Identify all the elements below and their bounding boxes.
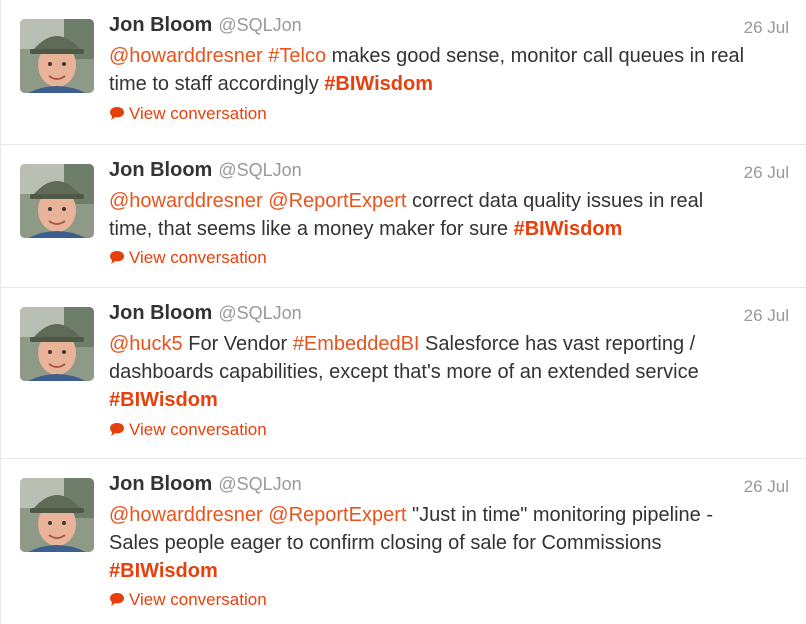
- avatar[interactable]: [20, 478, 94, 552]
- user-handle[interactable]: @SQLJon: [218, 303, 301, 323]
- user-fullname[interactable]: Jon Bloom: [109, 473, 212, 495]
- view-conversation-label: View conversation: [129, 248, 267, 267]
- tweet-text: @howarddresner #Telco makes good sense, …: [109, 42, 749, 98]
- mention-link[interactable]: @howarddresner: [109, 190, 263, 212]
- view-conversation-label: View conversation: [129, 590, 267, 609]
- mention-link[interactable]: @ReportExpert: [268, 190, 406, 212]
- speech-bubble-icon: [109, 250, 125, 270]
- tweet[interactable]: Jon Bloom @SQLJon 26 Jul @howarddresner #…: [0, 0, 806, 145]
- tweet-header: Jon Bloom @SQLJon: [109, 159, 302, 187]
- user-fullname[interactable]: Jon Bloom: [109, 159, 212, 181]
- tweet-timestamp[interactable]: 26 Jul: [744, 477, 789, 497]
- hashtag-link[interactable]: #EmbeddedBI: [293, 333, 420, 355]
- mention-link[interactable]: @howarddresner: [109, 45, 263, 67]
- tweet-text-segment: For Vendor: [182, 333, 293, 355]
- user-handle[interactable]: @SQLJon: [218, 474, 301, 494]
- view-conversation-label: View conversation: [129, 420, 267, 439]
- view-conversation-link[interactable]: View conversation: [109, 104, 267, 126]
- mention-link[interactable]: @howarddresner: [109, 504, 263, 526]
- mention-link[interactable]: @ReportExpert: [268, 504, 406, 526]
- hashtag-link[interactable]: #Telco: [268, 45, 326, 67]
- view-conversation-link[interactable]: View conversation: [109, 248, 267, 270]
- hashtag-link[interactable]: #BIWisdom: [109, 560, 218, 582]
- hashtag-link[interactable]: #BIWisdom: [324, 73, 433, 95]
- speech-bubble-icon: [109, 422, 125, 442]
- hashtag-link[interactable]: #BIWisdom: [109, 389, 218, 411]
- tweet-header: Jon Bloom @SQLJon: [109, 302, 302, 330]
- tweet-header: Jon Bloom @SQLJon: [109, 14, 302, 42]
- tweet-text: @howarddresner @ReportExpert "Just in ti…: [109, 501, 749, 585]
- user-fullname[interactable]: Jon Bloom: [109, 14, 212, 36]
- user-handle[interactable]: @SQLJon: [218, 15, 301, 35]
- avatar[interactable]: [20, 19, 94, 93]
- speech-bubble-icon: [109, 592, 125, 612]
- tweet-text: @huck5 For Vendor #EmbeddedBI Salesforce…: [109, 330, 749, 414]
- view-conversation-link[interactable]: View conversation: [109, 420, 267, 442]
- tweet[interactable]: Jon Bloom @SQLJon 26 Jul @howarddresner @…: [0, 459, 806, 624]
- tweet-text: @howarddresner @ReportExpert correct dat…: [109, 187, 749, 243]
- tweet-header: Jon Bloom @SQLJon: [109, 473, 302, 501]
- hashtag-link[interactable]: #BIWisdom: [514, 218, 623, 240]
- mention-link[interactable]: @huck5: [109, 333, 183, 355]
- speech-bubble-icon: [109, 106, 125, 126]
- user-handle[interactable]: @SQLJon: [218, 160, 301, 180]
- tweet[interactable]: Jon Bloom @SQLJon 26 Jul @howarddresner @…: [0, 145, 806, 288]
- avatar[interactable]: [20, 307, 94, 381]
- tweet[interactable]: Jon Bloom @SQLJon 26 Jul @huck5 For Vendo…: [0, 288, 806, 459]
- view-conversation-label: View conversation: [129, 104, 267, 123]
- tweet-timestamp[interactable]: 26 Jul: [744, 163, 789, 183]
- view-conversation-link[interactable]: View conversation: [109, 590, 267, 612]
- tweet-timestamp[interactable]: 26 Jul: [744, 18, 789, 38]
- user-fullname[interactable]: Jon Bloom: [109, 302, 212, 324]
- avatar[interactable]: [20, 164, 94, 238]
- tweet-timestamp[interactable]: 26 Jul: [744, 306, 789, 326]
- tweet-timeline: Jon Bloom @SQLJon 26 Jul @howarddresner #…: [0, 0, 806, 624]
